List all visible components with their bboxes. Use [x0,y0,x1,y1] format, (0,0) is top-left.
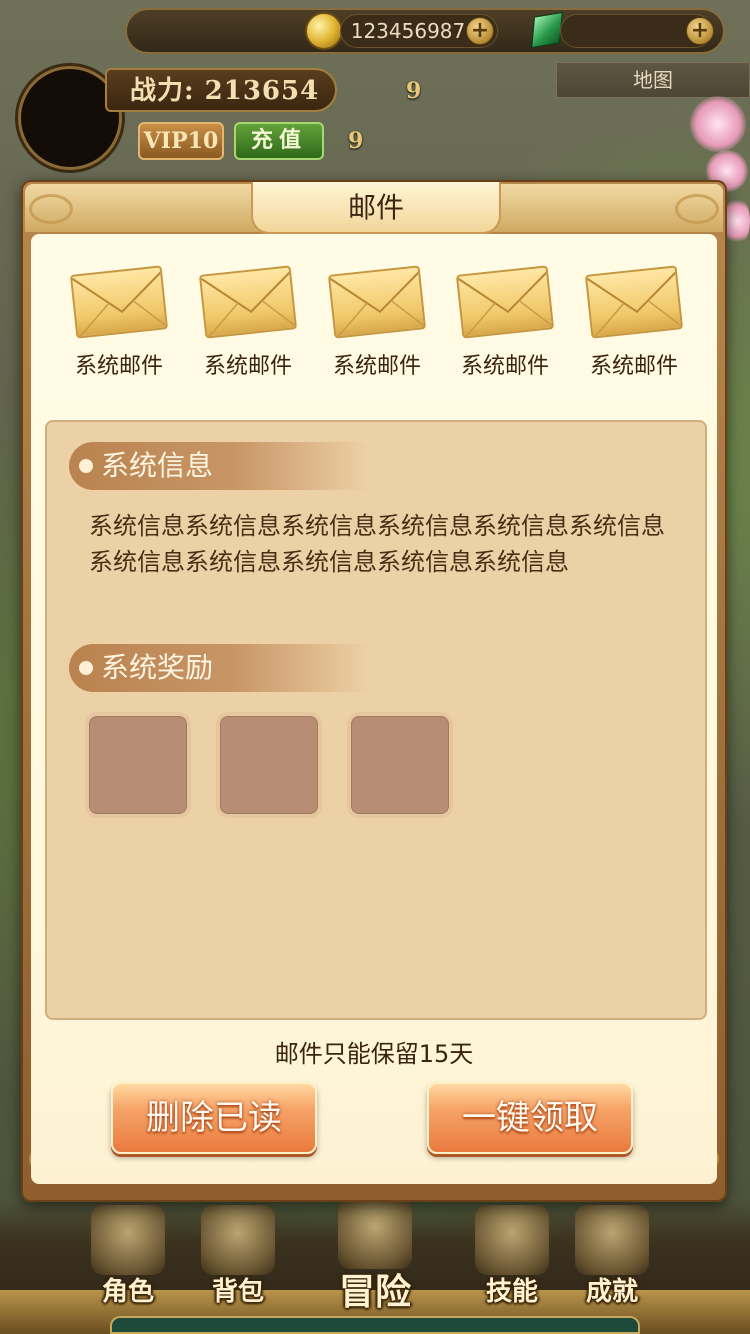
reward-slot[interactable] [347,712,453,818]
mail-item[interactable]: 系统邮件 [59,264,179,382]
mail-dialog: 邮件 系统邮件 系统邮件 系统邮件 系统邮件 系统邮件 系统信息 系统信息系统信… [21,180,727,1202]
mail-label: 系统邮件 [203,354,292,379]
mail-item[interactable]: 系统邮件 [445,264,565,382]
dialog-title: 邮件 [347,191,404,224]
gold-coin-icon [305,12,343,50]
level-number-secondary: 9 [348,128,364,154]
info-text: 系统信息系统信息系统信息系统信息系统信息系统信息系统信息系统信息系统信息系统信息… [89,512,665,576]
reward-section-title: 系统奖励 [101,651,214,684]
combat-power: 战力: 213654 [130,76,320,106]
nav-label: 角色 [101,1277,154,1307]
reward-slot[interactable] [216,712,322,818]
corner-ornament [675,194,719,224]
reward-slot[interactable] [85,712,191,818]
envelope-icon [198,265,298,339]
nav-label: 冒险 [338,1271,411,1313]
level-number: 9 [406,78,422,104]
dialog-body: 系统邮件 系统邮件 系统邮件 系统邮件 系统邮件 系统信息 系统信息系统信息系统… [31,234,717,1184]
section-dot [79,661,93,675]
info-section-tab: 系统信息 [69,442,369,490]
vip-badge[interactable]: VIP10 [138,122,224,160]
map-button[interactable]: 地图 [556,62,750,98]
info-section-title: 系统信息 [101,449,214,482]
nav-label: 背包 [211,1277,264,1307]
mail-label: 系统邮件 [74,354,163,379]
corner-ornament [29,194,73,224]
delete-read-button[interactable]: 删除已读 [111,1082,317,1154]
nav-label: 成就 [585,1277,638,1307]
crossed-swords-icon [338,1199,412,1269]
blossom-decoration [690,96,746,152]
mail-item[interactable]: 系统邮件 [188,264,308,382]
scroll-icon [575,1205,649,1275]
gem-icon [531,11,563,49]
blossom-decoration [724,196,750,246]
nav-label: 技能 [485,1277,538,1307]
nav-backpack[interactable]: 背包 [183,1205,293,1310]
mail-item[interactable]: 系统邮件 [574,264,694,382]
nav-role[interactable]: 角色 [73,1205,183,1310]
nav-achievements[interactable]: 成就 [557,1205,667,1310]
nav-adventure[interactable]: 冒险 [320,1199,430,1313]
recharge-button[interactable]: 充值 [234,122,324,160]
mail-label: 系统邮件 [460,354,549,379]
mail-detail-panel: 系统信息 系统信息系统信息系统信息系统信息系统信息系统信息系统信息系统信息系统信… [45,420,707,1020]
helmet-icon [91,1205,165,1275]
retention-note: 邮件只能保留15天 [274,1040,474,1068]
claim-all-button[interactable]: 一键领取 [427,1082,633,1154]
envelope-icon [327,265,427,339]
gold-amount: 123456987 [350,19,466,43]
mail-label: 系统邮件 [589,354,678,379]
mail-item[interactable]: 系统邮件 [317,264,437,382]
chest-icon [201,1205,275,1275]
skill-book-icon [475,1205,549,1275]
envelope-icon [69,265,169,339]
envelope-icon [584,265,684,339]
bottom-green-bar [110,1316,640,1334]
section-dot [79,459,93,473]
reward-section-tab: 系统奖励 [69,644,369,692]
add-gem-button[interactable]: + [686,17,714,45]
mail-label: 系统邮件 [332,354,421,379]
envelope-icon [455,265,555,339]
nav-skills[interactable]: 技能 [457,1205,567,1310]
add-gold-button[interactable]: + [466,17,494,45]
